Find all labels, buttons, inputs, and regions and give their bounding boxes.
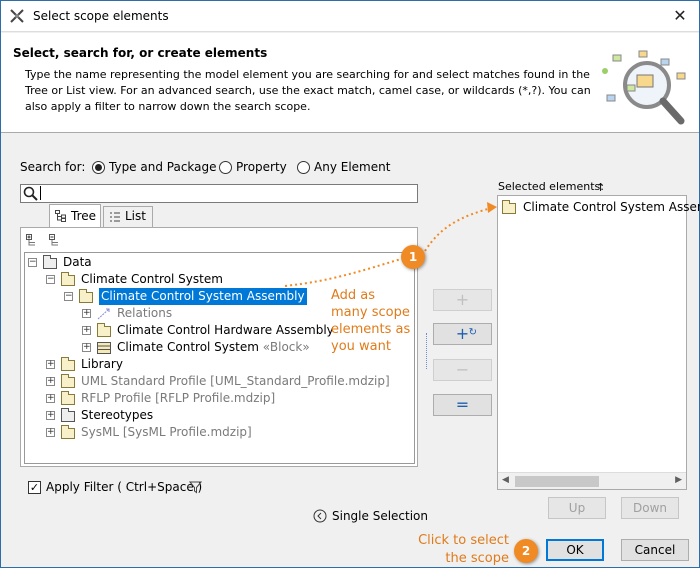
- radio-any-element[interactable]: [297, 161, 310, 174]
- remove-button[interactable]: −: [433, 359, 492, 381]
- tree-label: Data: [63, 255, 92, 269]
- expand-all-icon[interactable]: [26, 234, 40, 246]
- horizontal-scrollbar[interactable]: ◀ ▶: [498, 472, 686, 489]
- dialog-header: Select, search for, or create elements T…: [1, 33, 699, 133]
- title-bar: Select scope elements ✕: [1, 1, 699, 32]
- text-cursor: [40, 186, 41, 200]
- tree-label: Stereotypes: [81, 408, 154, 422]
- callout-badge-1: 1: [401, 245, 425, 269]
- filter-icon[interactable]: [189, 481, 202, 494]
- splitter-handle[interactable]: [426, 333, 427, 369]
- collapse-icon[interactable]: −: [64, 292, 73, 301]
- tab-list[interactable]: List: [103, 206, 153, 227]
- tab-list-label: List: [125, 209, 146, 223]
- relation-icon: [97, 308, 110, 320]
- ok-button[interactable]: OK: [546, 539, 604, 561]
- collapse-icon[interactable]: −: [28, 258, 37, 267]
- block-icon: [97, 342, 111, 354]
- tree-label: Relations: [117, 306, 173, 320]
- expand-icon[interactable]: +: [46, 360, 55, 369]
- tree-label: Library: [81, 357, 123, 371]
- package-icon: [502, 200, 516, 214]
- header-description: Type the name representing the model ele…: [25, 68, 591, 113]
- search-for-label: Search for:: [20, 160, 86, 174]
- tree-label: Climate Control Hardware Assembly: [117, 323, 334, 337]
- apply-filter-checkbox[interactable]: ✓: [28, 481, 41, 494]
- tree-label: RFLP Profile [RFLP Profile.mdzip]: [81, 391, 276, 405]
- close-icon[interactable]: ✕: [669, 5, 691, 27]
- radio-label-any-element[interactable]: Any Element: [314, 160, 390, 174]
- profile-package-icon: [61, 425, 75, 439]
- expand-icon[interactable]: +: [46, 377, 55, 386]
- selected-element-label: Climate Control System Assembly: [523, 200, 700, 214]
- selected-elements-label: Selected elements:: [498, 180, 604, 193]
- callout-text-2: Click to select the scope: [418, 533, 509, 566]
- selected-count-indicator: ↑: [596, 181, 606, 194]
- radio-label-type-and-package[interactable]: Type and Package: [109, 160, 217, 174]
- radio-property[interactable]: [219, 161, 232, 174]
- tree-label-selected: Climate Control System Assembly: [99, 288, 307, 305]
- radio-label-property[interactable]: Property: [236, 160, 287, 174]
- tree-label: Climate Control System: [81, 272, 223, 286]
- back-arrow-icon[interactable]: [313, 509, 327, 523]
- expand-icon[interactable]: +: [82, 309, 91, 318]
- dialog-window: Select scope elements ✕ Select, search f…: [0, 0, 700, 568]
- scroll-left-icon[interactable]: ◀: [502, 475, 509, 485]
- up-button[interactable]: Up: [548, 497, 606, 519]
- tab-tree[interactable]: Tree: [49, 204, 101, 228]
- cancel-button[interactable]: Cancel: [621, 539, 689, 561]
- expand-icon[interactable]: +: [82, 326, 91, 335]
- single-selection-link[interactable]: Single Selection: [332, 509, 428, 523]
- app-icon: [10, 9, 24, 23]
- element-tree[interactable]: − Data − Climate Control System − Climat…: [24, 252, 415, 464]
- profile-package-icon: [61, 374, 75, 388]
- profile-package-icon: [61, 391, 75, 405]
- header-heading: Select, search for, or create elements: [13, 46, 268, 60]
- selected-elements-list[interactable]: Climate Control System Assembly ◀ ▶: [497, 195, 700, 490]
- package-icon: [79, 289, 93, 303]
- search-magnifier-illustration-icon: [602, 50, 686, 125]
- recursive-arrow-icon: ↻: [468, 327, 477, 338]
- tree-view-icon: [55, 210, 66, 222]
- expand-icon[interactable]: +: [46, 428, 55, 437]
- collapse-icon[interactable]: −: [46, 275, 55, 284]
- search-icon: [23, 186, 38, 201]
- model-icon: [43, 255, 57, 269]
- tree-label: SysML [SysML Profile.mdzip]: [81, 425, 252, 439]
- radio-type-and-package[interactable]: [92, 161, 105, 174]
- scroll-right-icon[interactable]: ▶: [675, 475, 682, 485]
- search-input[interactable]: [20, 184, 418, 203]
- tree-label: Climate Control System «Block»: [117, 340, 310, 354]
- package-icon: [61, 357, 75, 371]
- add-button[interactable]: +: [433, 289, 492, 311]
- scrollbar-thumb[interactable]: [515, 476, 599, 487]
- profile-icon: [61, 408, 75, 422]
- package-icon: [61, 272, 75, 286]
- down-button[interactable]: Down: [621, 497, 679, 519]
- tab-tree-label: Tree: [71, 209, 97, 223]
- callout-text-1: Add as many scope elements as you want: [331, 288, 411, 354]
- expand-icon[interactable]: +: [82, 343, 91, 352]
- callout-badge-2: 2: [514, 539, 538, 563]
- collapse-all-icon[interactable]: [49, 234, 63, 246]
- apply-filter-label[interactable]: Apply Filter ( Ctrl+Space ): [46, 480, 202, 494]
- remove-all-button[interactable]: =: [433, 394, 492, 416]
- list-view-icon: [110, 212, 120, 222]
- package-icon: [97, 323, 111, 337]
- expand-icon[interactable]: +: [46, 394, 55, 403]
- expand-icon[interactable]: +: [46, 411, 55, 420]
- stereotype-label: «Block»: [262, 340, 310, 354]
- tree-label: UML Standard Profile [UML_Standard_Profi…: [81, 374, 390, 388]
- window-title: Select scope elements: [33, 9, 169, 23]
- add-recursively-button[interactable]: + ↻: [433, 323, 492, 345]
